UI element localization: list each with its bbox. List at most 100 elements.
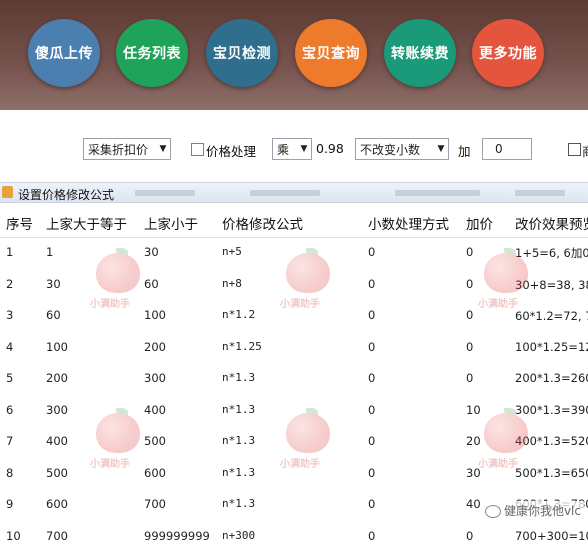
operator-select[interactable]: 乘 ▼ bbox=[272, 138, 312, 160]
multiplier-value[interactable]: 0.98 bbox=[316, 141, 344, 156]
cell-add: 10 bbox=[466, 402, 481, 417]
table-row[interactable]: 7 400 500 n*1.3 0 20 400*1.3=520 bbox=[0, 426, 588, 457]
table-row[interactable]: 3 60 100 n*1.2 0 0 60*1.2=72, 72加0=72 bbox=[0, 300, 588, 331]
table-header: 序号 上家大于等于 上家小于 价格修改公式 小数处理方式 加价 改价效果预览 bbox=[0, 203, 588, 238]
table-row[interactable]: 10 700 999999999 n+300 0 0 700+300=1000 bbox=[0, 521, 588, 552]
price-process-label: 价格处理 bbox=[206, 144, 257, 159]
cell-decimal: 0 bbox=[368, 245, 376, 259]
task-list-button[interactable]: 任务列表 bbox=[116, 19, 188, 87]
main-toolbar: 傻瓜上传 任务列表 宝贝检测 宝贝查询 转账续费 更多功能 bbox=[0, 0, 588, 110]
collect-price-value: 采集折扣价 bbox=[88, 142, 149, 157]
cell-formula: n+8 bbox=[222, 276, 242, 290]
collect-price-select[interactable]: 采集折扣价 ▼ bbox=[83, 138, 171, 160]
cell-preview: 400*1.3=520 bbox=[515, 434, 588, 448]
table-row[interactable]: 4 100 200 n*1.25 0 0 100*1.25=125 bbox=[0, 332, 588, 363]
chevron-down-icon: ▼ bbox=[300, 144, 308, 154]
cell-preview: 700+300=1000 bbox=[515, 528, 588, 543]
cell-index: 9 bbox=[6, 497, 14, 511]
blurred-tab bbox=[135, 190, 195, 196]
cell-decimal: 0 bbox=[368, 308, 376, 322]
cell-decimal: 0 bbox=[368, 465, 376, 480]
cell-min: 100 bbox=[46, 339, 68, 354]
right-option-label: 商 bbox=[582, 141, 588, 160]
table-row[interactable]: 5 200 300 n*1.3 0 0 200*1.3=260 bbox=[0, 363, 588, 394]
source-credit: 健康你我他vlc bbox=[481, 501, 584, 520]
cell-formula: n*1.3 bbox=[222, 371, 256, 384]
cell-add: 0 bbox=[466, 308, 474, 322]
table-row[interactable]: 2 30 60 n+8 0 0 30+8=38, 38加0=38 bbox=[0, 269, 588, 300]
cell-formula: n*1.3 bbox=[222, 465, 256, 479]
cell-add: 0 bbox=[466, 528, 474, 543]
window-title: 设置价格修改公式 bbox=[18, 188, 115, 202]
cell-max: 100 bbox=[144, 308, 166, 322]
header-add: 加价 bbox=[466, 217, 493, 233]
decimal-mode-select[interactable]: 不改变小数 ▼ bbox=[355, 138, 449, 160]
cell-add: 0 bbox=[466, 339, 474, 354]
cell-preview: 60*1.2=72, 72加0=72 bbox=[515, 309, 588, 323]
cell-index: 8 bbox=[6, 465, 14, 480]
cell-decimal: 0 bbox=[368, 434, 376, 448]
cell-index: 3 bbox=[6, 308, 14, 322]
cell-preview: 500*1.3=650 bbox=[515, 465, 588, 480]
cell-decimal: 0 bbox=[368, 276, 376, 291]
item-query-button[interactable]: 宝贝查询 bbox=[295, 19, 367, 87]
blurred-tab bbox=[515, 190, 565, 196]
table-row[interactable]: 6 300 400 n*1.3 0 10 300*1.3=390 bbox=[0, 395, 588, 426]
cell-decimal: 0 bbox=[368, 528, 376, 543]
cell-formula: n*1.3 bbox=[222, 434, 256, 447]
cell-formula: n*1.2 bbox=[222, 308, 256, 321]
cell-add: 0 bbox=[466, 371, 474, 385]
cell-index: 6 bbox=[6, 402, 14, 417]
cell-max: 700 bbox=[144, 497, 166, 511]
cell-max: 999999999 bbox=[144, 528, 210, 543]
cell-preview: 200*1.3=260 bbox=[515, 371, 588, 385]
more-functions-button[interactable]: 更多功能 bbox=[472, 19, 544, 87]
price-settings-bar: 采集折扣价 ▼ 价格处理 乘 ▼ 0.98 不改变小数 ▼ 加 0 商 bbox=[0, 110, 588, 182]
cell-min: 300 bbox=[46, 402, 68, 417]
wechat-icon bbox=[484, 505, 501, 518]
cell-decimal: 0 bbox=[368, 497, 376, 511]
decimal-mode-value: 不改变小数 bbox=[360, 142, 421, 157]
table-row[interactable]: 1 1 30 n+5 0 0 1+5=6, 6加0=6 bbox=[0, 237, 588, 268]
cell-max: 300 bbox=[144, 371, 166, 385]
header-formula: 价格修改公式 bbox=[222, 217, 303, 233]
header-decimal: 小数处理方式 bbox=[368, 217, 449, 233]
item-check-button[interactable]: 宝贝检测 bbox=[206, 19, 278, 87]
cell-preview: 1+5=6, 6加0=6 bbox=[515, 246, 588, 260]
header-min: 上家大于等于 bbox=[46, 217, 127, 233]
price-process-checkbox[interactable] bbox=[191, 143, 204, 156]
cell-add: 0 bbox=[466, 276, 474, 291]
cell-index: 7 bbox=[6, 434, 14, 448]
cell-max: 400 bbox=[144, 402, 166, 417]
cell-index: 10 bbox=[6, 528, 21, 543]
price-formula-table: 序号 上家大于等于 上家小于 价格修改公式 小数处理方式 加价 改价效果预览 1… bbox=[0, 202, 588, 543]
cell-formula: n+5 bbox=[222, 245, 242, 258]
cell-min: 600 bbox=[46, 497, 68, 511]
cell-formula: n*1.3 bbox=[222, 402, 256, 416]
window-icon bbox=[2, 186, 13, 198]
header-max: 上家小于 bbox=[144, 217, 198, 233]
blurred-tab bbox=[395, 190, 480, 196]
cell-formula: n+300 bbox=[222, 528, 256, 542]
add-value-input[interactable]: 0 bbox=[482, 138, 532, 160]
cell-min: 200 bbox=[46, 371, 68, 385]
cell-max: 60 bbox=[144, 276, 159, 291]
blurred-tab bbox=[250, 190, 320, 196]
table-row[interactable]: 8 500 600 n*1.3 0 30 500*1.3=650 bbox=[0, 458, 588, 489]
header-preview: 改价效果预览 bbox=[515, 217, 588, 231]
cell-max: 500 bbox=[144, 434, 166, 448]
transfer-renew-button[interactable]: 转账续费 bbox=[384, 19, 456, 87]
cell-min: 400 bbox=[46, 434, 68, 448]
cell-add: 30 bbox=[466, 465, 481, 480]
cell-max: 200 bbox=[144, 339, 166, 354]
right-option-checkbox[interactable] bbox=[568, 143, 581, 156]
cell-decimal: 0 bbox=[368, 371, 376, 385]
cell-index: 5 bbox=[6, 371, 14, 385]
header-index: 序号 bbox=[6, 217, 33, 233]
upload-button[interactable]: 傻瓜上传 bbox=[28, 19, 100, 87]
cell-max: 30 bbox=[144, 245, 159, 259]
chevron-down-icon: ▼ bbox=[159, 144, 167, 154]
chevron-down-icon: ▼ bbox=[437, 144, 445, 154]
cell-index: 2 bbox=[6, 276, 14, 291]
cell-add: 20 bbox=[466, 434, 481, 448]
